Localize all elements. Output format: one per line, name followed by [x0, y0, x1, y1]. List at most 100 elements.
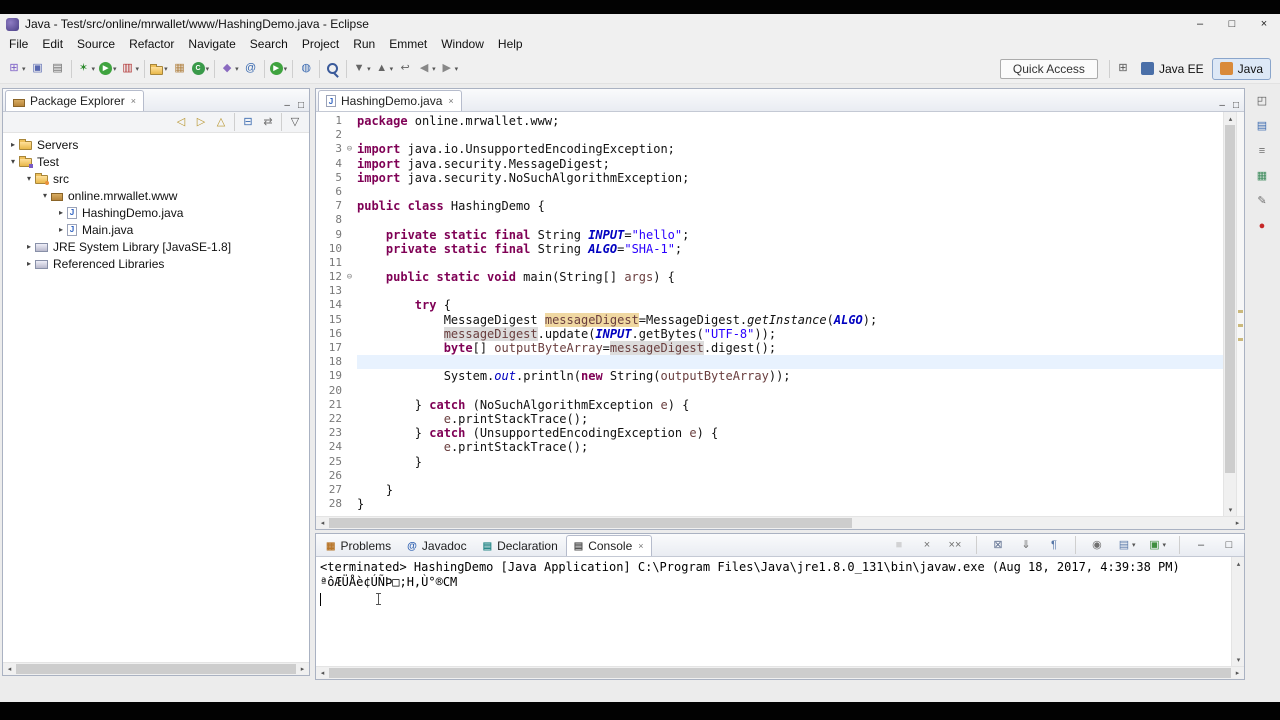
occurrence-marker[interactable]: [1238, 338, 1243, 342]
minimize-view-button[interactable]: –: [284, 100, 290, 111]
toolbar-previous-annotation-button[interactable]: ▲ ▾: [373, 58, 396, 80]
fold-marker-icon[interactable]: ⊖: [342, 270, 357, 284]
collapsed-arrow-icon[interactable]: ▸: [23, 259, 35, 268]
strip-error-log-view-button[interactable]: ●: [1252, 217, 1272, 235]
code-text[interactable]: [357, 355, 1223, 370]
scroll-track[interactable]: [329, 517, 1231, 529]
collapsed-arrow-icon[interactable]: ▸: [23, 242, 35, 251]
scroll-thumb[interactable]: [1225, 125, 1235, 473]
pkgexp-forward-button[interactable]: ▷: [191, 113, 211, 131]
perspective-java[interactable]: Java: [1211, 57, 1271, 80]
code-text[interactable]: }: [357, 483, 1223, 497]
scroll-right-button[interactable]: ▸: [296, 663, 309, 676]
scroll-up-button[interactable]: ▴: [1232, 557, 1245, 570]
console-open-console-button[interactable]: ▣ ▾: [1145, 534, 1168, 556]
scroll-right-button[interactable]: ▸: [1231, 667, 1244, 680]
scroll-thumb[interactable]: [16, 664, 296, 674]
scroll-track[interactable]: [329, 667, 1231, 679]
fold-marker-icon[interactable]: ⊖: [342, 142, 357, 156]
expanded-arrow-icon[interactable]: ▾: [39, 191, 51, 200]
code-area[interactable]: 1 package online.mrwallet.www; 2 3 ⊖ import j…: [316, 112, 1223, 516]
code-text[interactable]: }: [357, 455, 1223, 469]
console-tab-javadoc[interactable]: @ Javadoc: [399, 535, 474, 556]
pkgexp-collapse-all-button[interactable]: ⊟: [238, 113, 258, 131]
overview-ruler[interactable]: [1236, 112, 1244, 516]
editor-vscrollbar[interactable]: ▴ ▾: [1223, 112, 1236, 516]
toolbar-save-button[interactable]: ▣: [28, 58, 48, 80]
strip-restore-views-button[interactable]: ◰: [1252, 92, 1272, 110]
minimize-editor-button[interactable]: –: [1219, 100, 1225, 111]
pkgexp-link-with-editor-button[interactable]: ⇄: [258, 113, 278, 131]
maximize-window-button[interactable]: □: [1216, 14, 1248, 34]
code-text[interactable]: private static final String INPUT="hello…: [357, 228, 1223, 242]
menu-file[interactable]: File: [2, 35, 35, 53]
expanded-arrow-icon[interactable]: ▾: [7, 157, 19, 166]
toolbar-debug-button[interactable]: ✶ ▾: [75, 58, 98, 80]
toolbar-new-java-class-button[interactable]: C ▾: [190, 58, 212, 80]
toolbar-new-java-project-button[interactable]: ▾: [148, 58, 170, 80]
toolbar-new-jar-button[interactable]: ◆ ▾: [218, 58, 241, 80]
quick-access-button[interactable]: Quick Access: [999, 58, 1098, 79]
menu-source[interactable]: Source: [70, 35, 122, 53]
menu-edit[interactable]: Edit: [35, 35, 70, 53]
code-text[interactable]: [357, 469, 1223, 483]
code-text[interactable]: [357, 284, 1223, 298]
toolbar-search-button[interactable]: [323, 58, 343, 80]
collapsed-arrow-icon[interactable]: ▸: [55, 225, 67, 234]
code-text[interactable]: System.out.println(new String(outputByte…: [357, 369, 1223, 383]
toolbar-open-web-browser-button[interactable]: ◍: [296, 58, 316, 80]
tree-item-src[interactable]: ▾ src: [3, 170, 309, 187]
pkgexp-view-menu-button[interactable]: ▽: [285, 113, 305, 131]
code-text[interactable]: import java.security.NoSuchAlgorithmExce…: [357, 171, 1223, 185]
console-remove-all-terminated-button[interactable]: ××: [945, 534, 965, 556]
console-tab-declaration[interactable]: ▤ Declaration: [475, 535, 566, 556]
code-text[interactable]: public class HashingDemo {: [357, 199, 1223, 213]
console-tab-console[interactable]: ▤ Console ×: [565, 535, 652, 556]
code-text[interactable]: [357, 384, 1223, 398]
strip-minimized-outline-view-button[interactable]: ▤: [1252, 117, 1272, 135]
scroll-down-button[interactable]: ▾: [1232, 653, 1245, 666]
strip-minimized-ant-view-button[interactable]: ✎: [1252, 192, 1272, 210]
occurrence-marker[interactable]: [1238, 309, 1243, 313]
tree-item-main-java[interactable]: ▸ J Main.java: [3, 221, 309, 238]
editor-tab-hashingdemo[interactable]: J HashingDemo.java ×: [318, 90, 462, 111]
scroll-thumb[interactable]: [329, 668, 1231, 678]
console-word-wrap-button[interactable]: ¶: [1044, 534, 1064, 556]
scroll-thumb[interactable]: [329, 518, 853, 528]
scroll-left-button[interactable]: ◂: [316, 517, 329, 530]
close-window-button[interactable]: ×: [1248, 14, 1280, 34]
close-editor-icon[interactable]: ×: [448, 96, 453, 106]
tree-item-referenced-libraries[interactable]: ▸ Referenced Libraries: [3, 255, 309, 272]
code-text[interactable]: byte[] outputByteArray=messageDigest.dig…: [357, 341, 1223, 355]
console-terminate-button[interactable]: ■: [889, 534, 909, 556]
tree-item-hashingdemo-java[interactable]: ▸ J HashingDemo.java: [3, 204, 309, 221]
console-maximize-view-button[interactable]: □: [1219, 534, 1239, 556]
code-text[interactable]: [357, 128, 1223, 142]
package-explorer-tab[interactable]: Package Explorer ×: [5, 90, 144, 111]
scroll-track[interactable]: [1232, 570, 1244, 653]
maximize-view-button[interactable]: □: [298, 100, 304, 111]
console-remove-launch-button[interactable]: ×: [917, 534, 937, 556]
tree-item-test[interactable]: ▾ Test: [3, 153, 309, 170]
console-display-selected-console-button[interactable]: ▤ ▾: [1115, 534, 1138, 556]
toolbar-forward-button[interactable]: ▶ ▾: [438, 58, 461, 80]
console-minimize-view-button[interactable]: –: [1191, 534, 1211, 556]
menu-search[interactable]: Search: [243, 35, 295, 53]
console-output-area[interactable]: <terminated> HashingDemo [Java Applicati…: [316, 557, 1231, 666]
code-text[interactable]: import java.io.UnsupportedEncodingExcept…: [357, 142, 1223, 156]
code-text[interactable]: e.printStackTrace();: [357, 412, 1223, 426]
code-text[interactable]: package online.mrwallet.www;: [357, 114, 1223, 128]
close-view-icon[interactable]: ×: [638, 541, 643, 551]
menu-navigate[interactable]: Navigate: [181, 35, 242, 53]
toolbar-last-edit-location-button[interactable]: ↩: [395, 58, 415, 80]
menu-window[interactable]: Window: [434, 35, 491, 53]
code-text[interactable]: e.printStackTrace();: [357, 440, 1223, 454]
code-text[interactable]: } catch (NoSuchAlgorithmException e) {: [357, 398, 1223, 412]
code-text[interactable]: [357, 213, 1223, 227]
code-text[interactable]: }: [357, 497, 1223, 511]
maximize-editor-button[interactable]: □: [1233, 100, 1239, 111]
tree-item-online-mrwallet-www[interactable]: ▾ online.mrwallet.www: [3, 187, 309, 204]
code-text[interactable]: private static final String ALGO="SHA-1"…: [357, 242, 1223, 256]
scroll-left-button[interactable]: ◂: [316, 667, 329, 680]
code-text[interactable]: MessageDigest messageDigest=MessageDiges…: [357, 312, 1223, 327]
